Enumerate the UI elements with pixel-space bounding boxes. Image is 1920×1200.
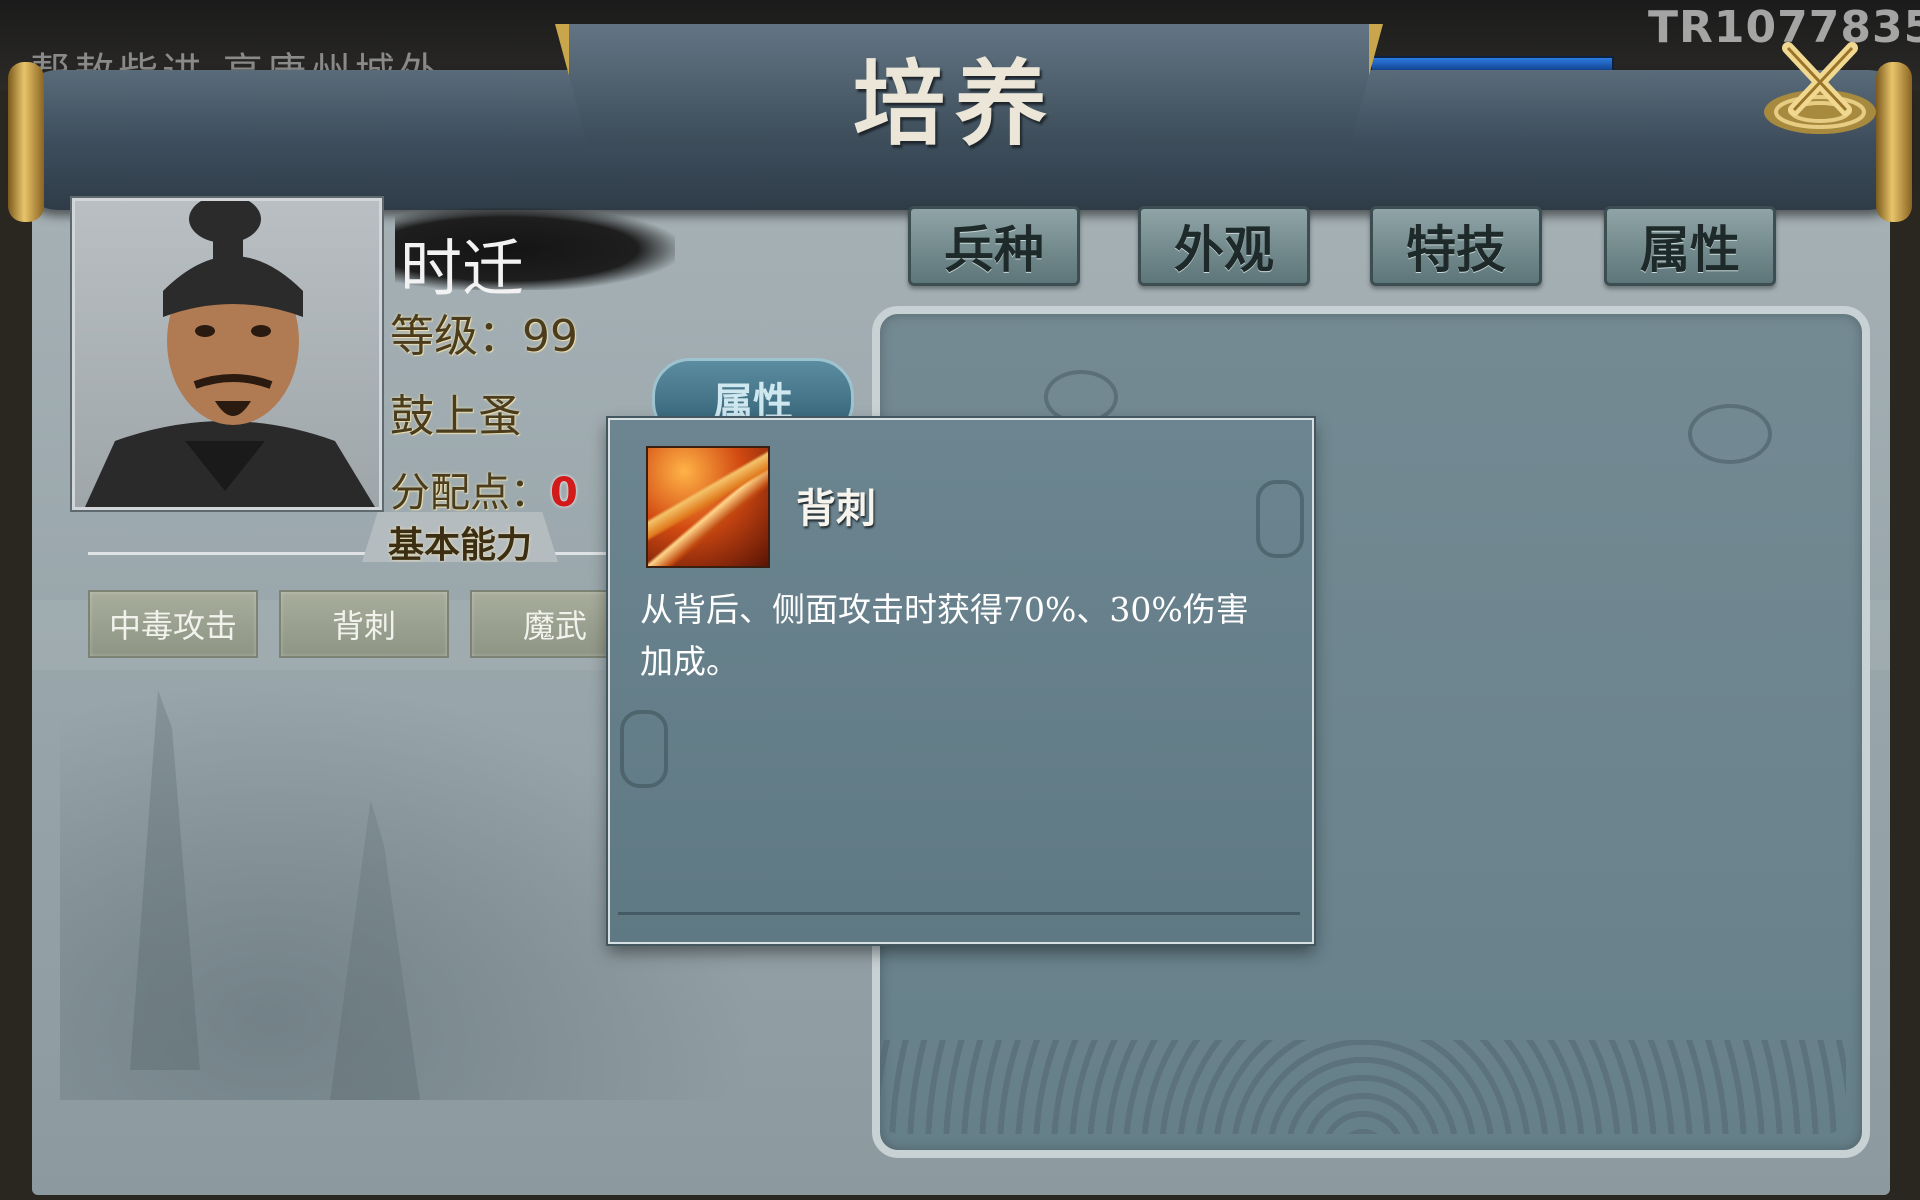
- tab-skills[interactable]: 特技: [1370, 206, 1542, 286]
- crossed-swords-cloud-icon: [1764, 42, 1876, 134]
- scroll-hook-decoration: [1256, 480, 1304, 558]
- points-label: 分配点：: [390, 470, 550, 516]
- page-title: 培养: [852, 50, 1057, 158]
- tab-troop-type[interactable]: 兵种: [908, 206, 1080, 286]
- hero-portrait: [72, 198, 382, 510]
- close-button[interactable]: [1760, 40, 1880, 140]
- points-value: 0: [550, 470, 578, 516]
- hero-portrait-art: [85, 201, 375, 507]
- hero-name: 时迁: [400, 232, 525, 305]
- scroll-roller-left: [8, 62, 44, 222]
- wave-pattern-decoration: [880, 1040, 1846, 1134]
- level-row: 等级：99: [390, 300, 578, 364]
- points-row: 分配点：0: [390, 460, 578, 518]
- cloud-swirl-decoration: [1688, 404, 1772, 464]
- skill-button-poison-attack[interactable]: 中毒攻击: [88, 590, 258, 658]
- tooltip-bottom-border: [618, 912, 1300, 935]
- cloud-swirl-decoration: [1044, 370, 1118, 424]
- tooltip-skill-name: 背刺: [796, 486, 876, 532]
- hero-title: 鼓上蚤: [390, 391, 522, 442]
- level-label: 等级：: [390, 311, 522, 362]
- level-value: 99: [522, 311, 578, 362]
- skill-button-backstab[interactable]: 背刺: [279, 590, 449, 658]
- basic-ability-heading: 基本能力: [387, 525, 532, 566]
- backstab-blade-icon: [646, 446, 770, 568]
- tab-appearance[interactable]: 外观: [1138, 206, 1310, 286]
- tooltip-description: 从背后、侧面攻击时获得70%、30%伤害加成。: [640, 590, 1249, 681]
- scroll-roller-right: [1876, 62, 1912, 222]
- scroll-hook-decoration: [620, 710, 668, 788]
- tab-attributes[interactable]: 属性: [1604, 206, 1776, 286]
